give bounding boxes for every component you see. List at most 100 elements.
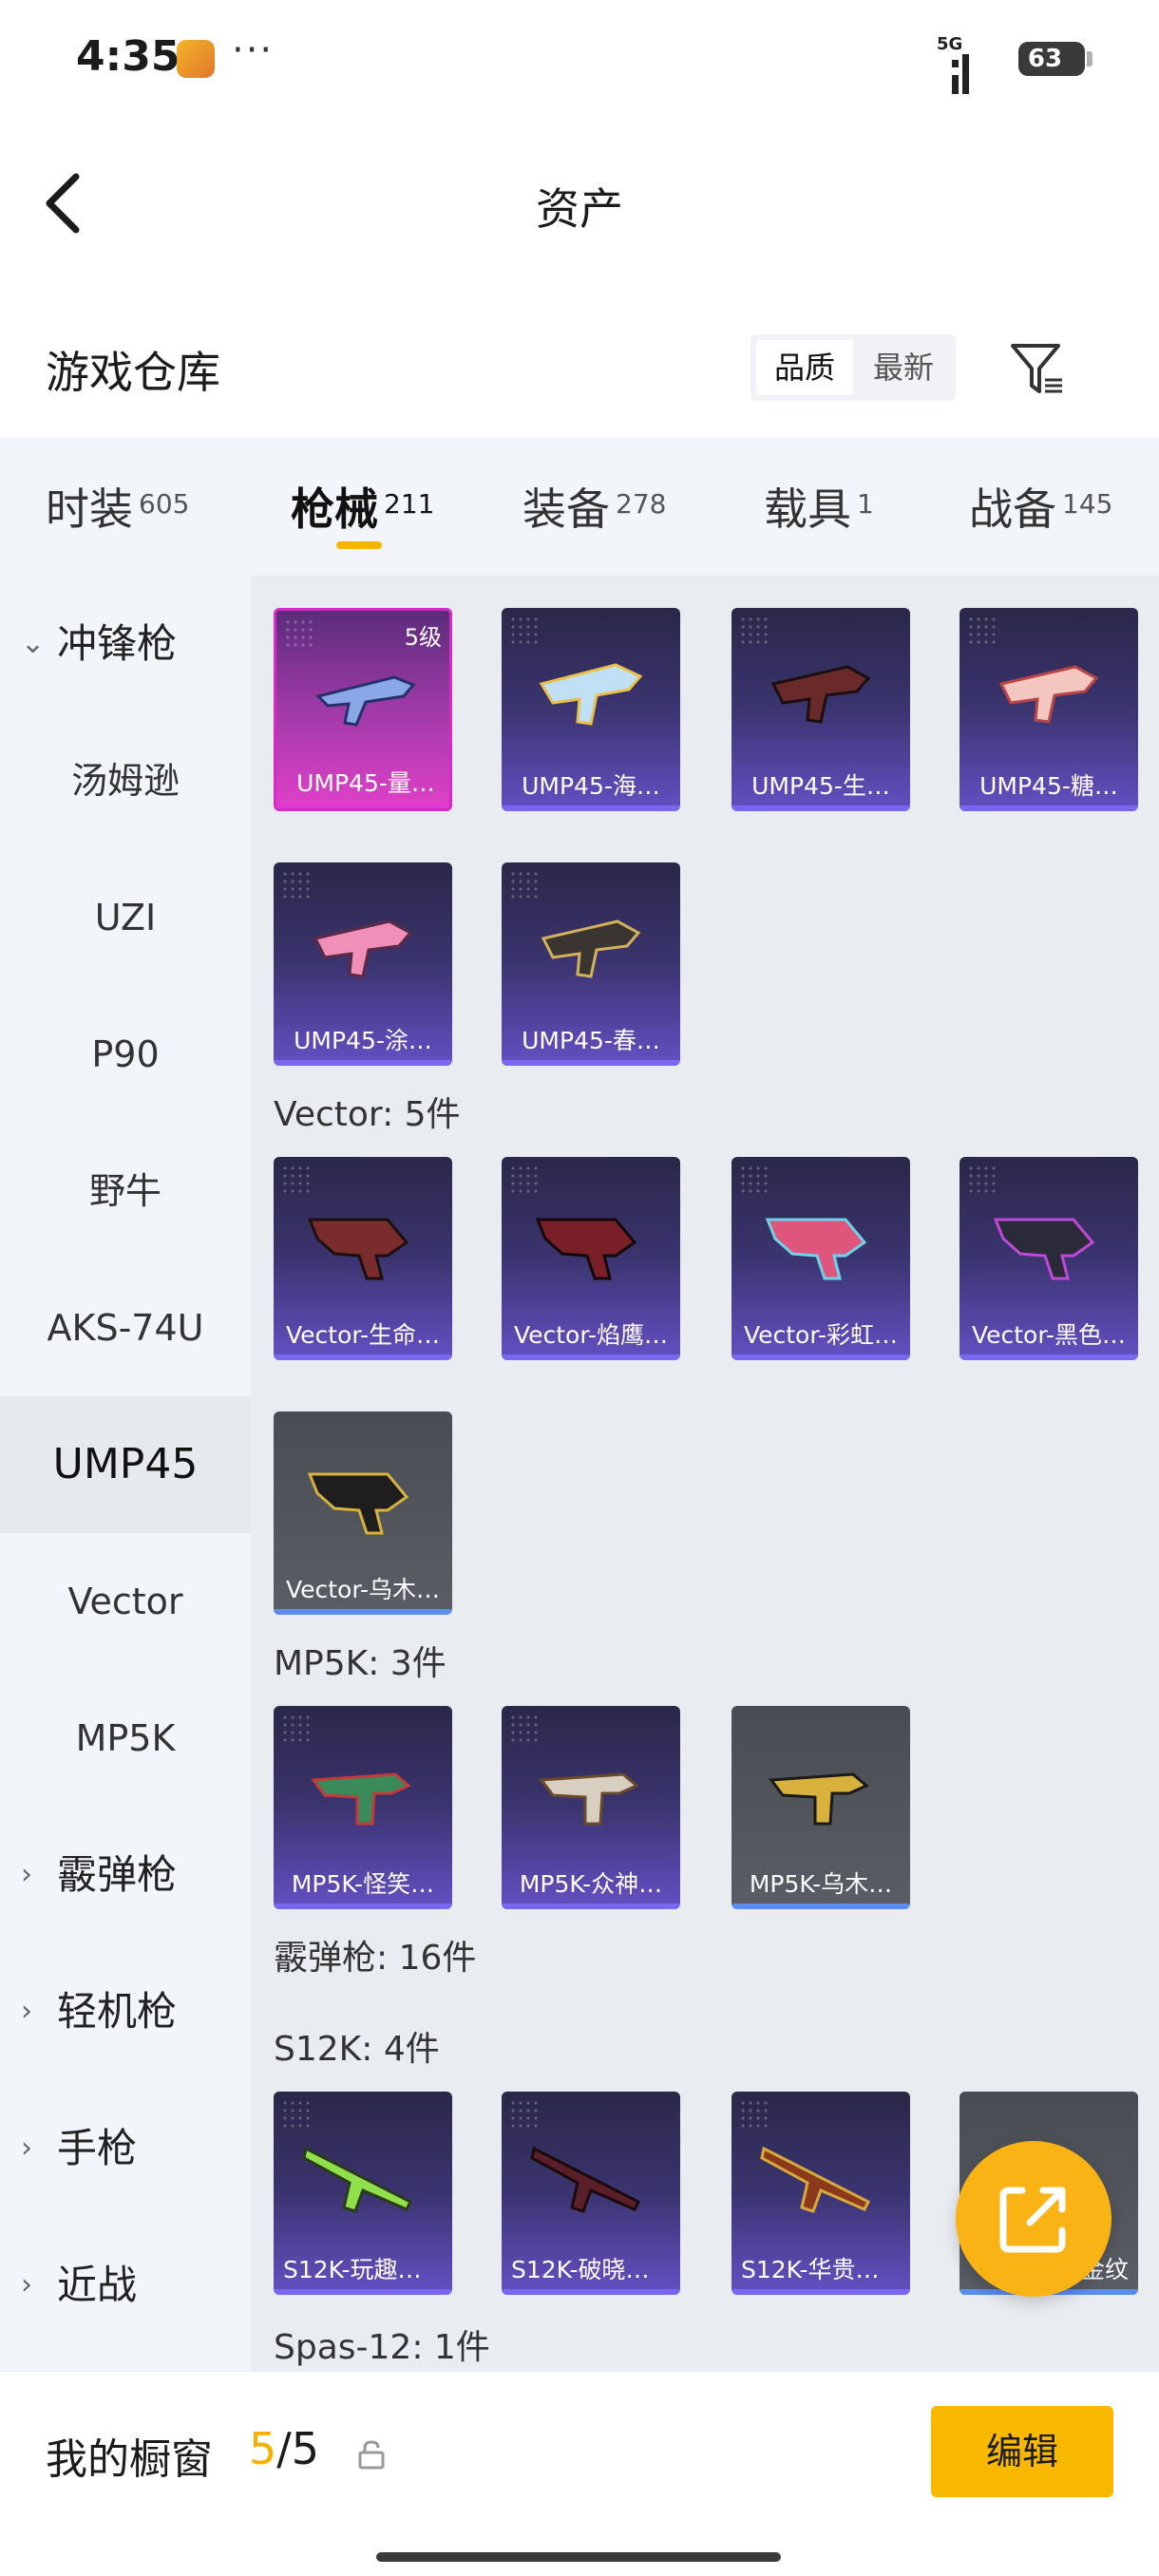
shotgun-icon [302, 2146, 413, 2213]
weapon-card[interactable]: Vector-乌木… [274, 1411, 452, 1615]
smg-icon [311, 1772, 411, 1826]
chevron-down-icon: ⌄ [21, 627, 46, 660]
smg-icon [770, 665, 871, 724]
tab-supplies[interactable]: 战备 145 [969, 475, 1112, 551]
asset-page: { "status_bar": { "time": "4:35", "more"… [0, 0, 1159, 2576]
active-tab-indicator [336, 541, 382, 549]
sidebar-item-pistol[interactable]: › 手枪 [0, 2080, 251, 2217]
group-label-spas12: Spas-12: 1件 [274, 2328, 490, 2367]
shotgun-icon [760, 2146, 871, 2213]
signal-2b-icon [946, 38, 1003, 80]
edit-button[interactable]: 编辑 [931, 2406, 1113, 2497]
showcase-title: 我的橱窗 [46, 2435, 213, 2484]
card-label: Vector-黑色… [971, 1321, 1127, 1349]
sidebar-item-ump45[interactable]: UMP45 [0, 1396, 251, 1533]
card-label: MP5K-乌木… [749, 1870, 893, 1898]
page-title: 资产 [536, 183, 623, 235]
card-label: UMP45-生… [751, 772, 890, 800]
smg-icon [993, 1218, 1095, 1280]
card-label: Vector-彩虹… [743, 1321, 899, 1349]
weapon-card[interactable]: MP5K-乌木… [732, 1706, 910, 1909]
category-tabs: 时装 605 枪械 211 装备 278 载具 1 战备 145 [0, 437, 1159, 576]
sidebar-item-melee[interactable]: › 近战 [0, 2217, 251, 2354]
weapon-card[interactable]: MP5K-怪笑… [274, 1706, 452, 1909]
home-indicator [376, 2552, 781, 2562]
card-label: S12K-玩趣呆呆 [283, 2256, 446, 2283]
tab-vehicles[interactable]: 载具 1 [764, 475, 874, 551]
group-label-s12k: S12K: 4件 [274, 2030, 440, 2069]
share-fab-button[interactable] [956, 2141, 1112, 2297]
card-label: Vector-生命… [285, 1321, 441, 1349]
chevron-right-icon: › [21, 1995, 32, 2028]
tab-fashion[interactable]: 时装 605 [46, 475, 189, 551]
sort-quality-button[interactable]: 品质 [756, 340, 853, 395]
card-label: Vector-乌木… [285, 1576, 441, 1603]
shotgun-icon [530, 2146, 641, 2213]
status-bar: 4:35 ··· 5G 63 [0, 0, 1159, 114]
sidebar-item-lmg[interactable]: › 轻机枪 [0, 1943, 251, 2080]
card-label: UMP45-量… [296, 769, 435, 797]
group-label-vector: Vector: 5件 [274, 1095, 461, 1134]
weapon-card[interactable]: S12K-玩趣呆呆 [274, 2092, 452, 2295]
weapon-card[interactable]: UMP45-海… [502, 608, 680, 811]
sidebar-item-mp5k[interactable]: MP5K [0, 1670, 251, 1807]
sidebar-item-thompson[interactable]: 汤姆逊 [0, 712, 251, 849]
card-label: UMP45-春… [522, 1027, 660, 1054]
sidebar-item-shotgun[interactable]: › 霰弹枪 [0, 1807, 251, 1943]
chevron-right-icon: › [21, 2268, 32, 2301]
share-external-icon [999, 2187, 1066, 2253]
sort-toggle: 品质 最新 [750, 334, 956, 401]
sidebar-item-uzi[interactable]: UZI [0, 849, 251, 986]
chevron-right-icon: › [21, 1858, 32, 1891]
sidebar-item-p90[interactable]: P90 [0, 986, 251, 1123]
group-label-shotgun: 霰弹枪: 16件 [274, 1939, 477, 1978]
sidebar-item-smg[interactable]: ⌄ 冲锋枪 [0, 576, 251, 712]
card-label: MP5K-众神… [519, 1870, 663, 1898]
card-label: S12K-破晓战魂 [511, 2256, 674, 2283]
card-label: S12K-华贵君王 [741, 2256, 903, 2283]
smg-icon [315, 675, 416, 727]
status-more: ··· [232, 28, 275, 72]
warehouse-title: 游戏仓库 [46, 347, 220, 398]
weapon-card[interactable]: S12K-破晓战魂 [502, 2092, 680, 2295]
card-label: UMP45-涂… [294, 1027, 432, 1054]
showcase-count: 5/5 [249, 2423, 320, 2474]
card-label: Vector-焰鹰… [513, 1321, 669, 1349]
weapon-card[interactable]: UMP45-糖… [960, 608, 1138, 811]
smg-icon [765, 1218, 867, 1280]
filter-icon [1011, 344, 1062, 393]
smg-icon [535, 1218, 637, 1280]
tab-equipment[interactable]: 装备 278 [522, 475, 666, 551]
weapon-card[interactable]: MP5K-众神… [502, 1706, 680, 1909]
weapon-grid: 5级 UMP45-量… UMP45-海… UMP45-生… UMP45-糖… U… [251, 576, 1159, 2371]
smg-icon [769, 1772, 869, 1826]
smg-icon [541, 919, 641, 978]
sort-newest-button[interactable]: 最新 [855, 340, 952, 395]
weapon-card[interactable]: 5级 UMP45-量… [274, 608, 452, 811]
weapon-card[interactable]: S12K-华贵君王 [732, 2092, 910, 2295]
showcase-bar: 我的橱窗 5/5 编辑 [0, 2371, 1159, 2576]
card-label: MP5K-怪笑… [291, 1870, 435, 1898]
weapon-card[interactable]: UMP45-春… [502, 862, 680, 1066]
sidebar-item-bizon[interactable]: 野牛 [0, 1123, 251, 1260]
weapon-card[interactable]: UMP45-涂… [274, 862, 452, 1066]
group-label-mp5k: MP5K: 3件 [274, 1644, 446, 1683]
status-time: 4:35 [76, 32, 180, 81]
chevron-right-icon: › [21, 2131, 32, 2165]
lock-icon [357, 2438, 386, 2471]
sidebar-item-aks74u[interactable]: AKS-74U [0, 1260, 251, 1396]
smg-icon [998, 665, 1099, 724]
smg-icon [307, 1472, 409, 1535]
battery-icon: 63 [1018, 42, 1092, 76]
filter-button[interactable] [1007, 338, 1068, 399]
card-label: UMP45-糖… [979, 772, 1118, 800]
smg-icon [539, 1772, 639, 1826]
weapon-card[interactable]: UMP45-生… [732, 608, 910, 811]
smg-icon [307, 1218, 409, 1280]
weapon-card[interactable]: Vector-黑色… [960, 1157, 1138, 1360]
tab-weapons[interactable]: 枪械 211 [291, 475, 434, 551]
weapon-card[interactable]: Vector-生命… [274, 1157, 452, 1360]
sidebar-item-vector[interactable]: Vector [0, 1533, 251, 1670]
weapon-card[interactable]: Vector-焰鹰… [502, 1157, 680, 1360]
weapon-card[interactable]: Vector-彩虹… [732, 1157, 910, 1360]
